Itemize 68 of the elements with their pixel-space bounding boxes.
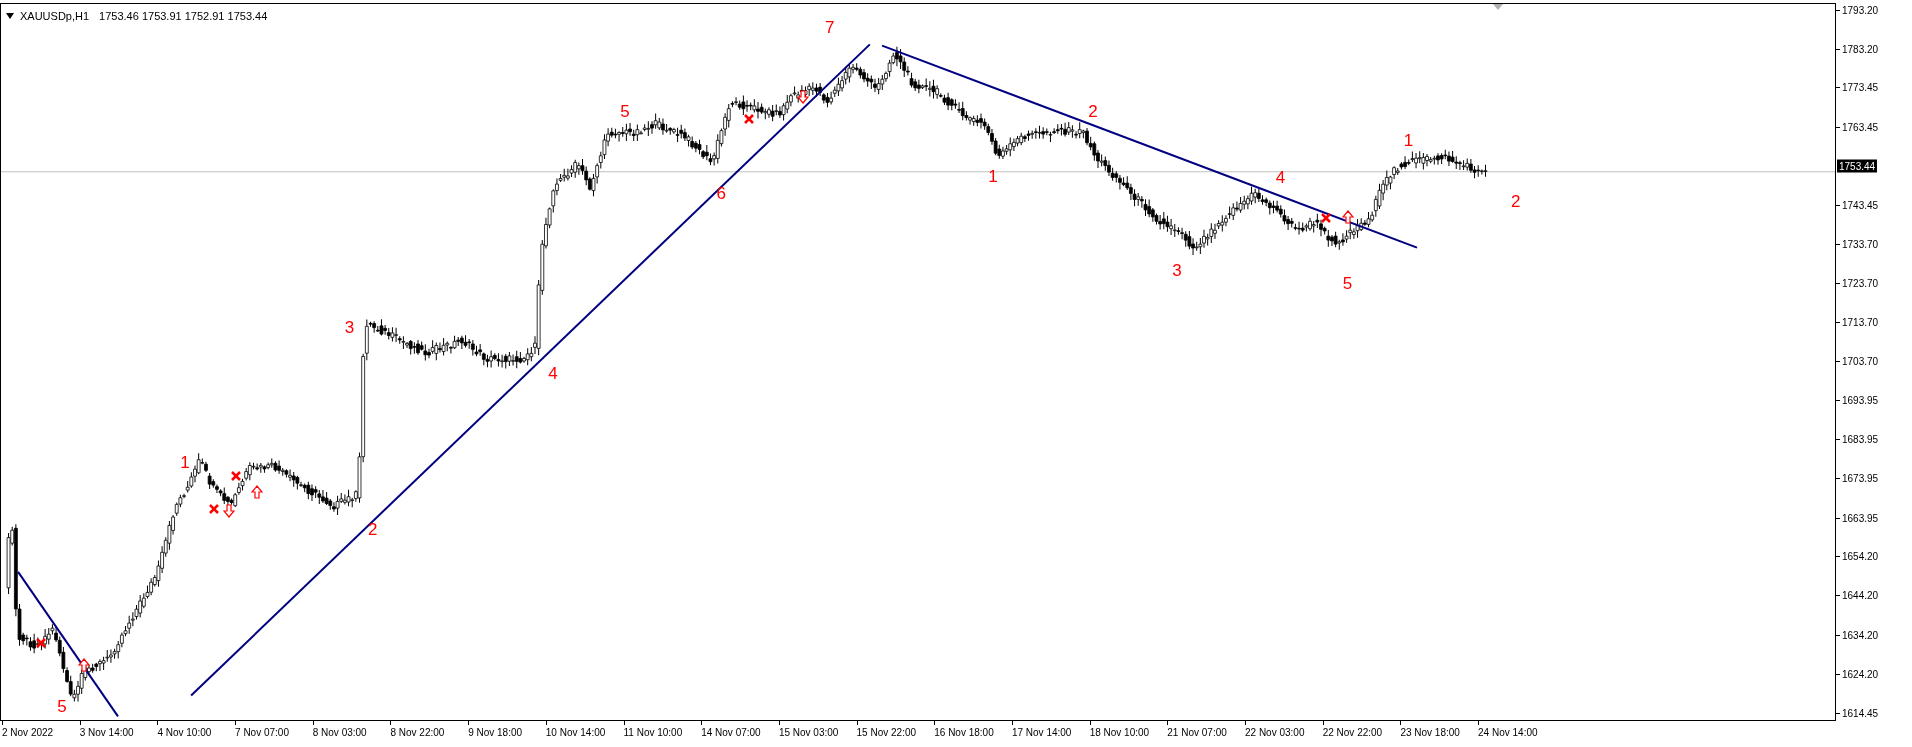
scroll-marker-icon[interactable] — [1493, 4, 1503, 10]
price-label: 1614.45 — [1842, 706, 1879, 721]
time-label: 4 Nov 10:00 — [157, 726, 213, 740]
price-label: 1743.45 — [1842, 199, 1879, 214]
wave-label: 4 — [1275, 167, 1286, 190]
up-arrow-icon — [77, 657, 90, 672]
down-arrow-icon — [796, 90, 809, 104]
price-label: 1733.70 — [1842, 237, 1879, 252]
wave-label: 6 — [716, 182, 726, 205]
price-label: 1683.95 — [1842, 433, 1879, 448]
time-label: 15 Nov 22:00 — [856, 726, 918, 740]
caret-icon[interactable] — [6, 13, 14, 20]
time-label: 14 Nov 07:00 — [701, 726, 762, 740]
current-price-badge: 1753.44 — [1837, 159, 1878, 173]
wave-label: 5 — [57, 695, 67, 718]
cross-icon — [1320, 213, 1331, 224]
time-label: 22 Nov 03:00 — [1245, 726, 1306, 740]
time-label: 21 Nov 07:00 — [1167, 726, 1228, 740]
wave-label: 1 — [180, 452, 190, 475]
price-label: 1654.20 — [1842, 550, 1879, 565]
up-arrow-icon — [1341, 209, 1354, 224]
wave-label: 7 — [824, 17, 835, 40]
price-label: 1634.20 — [1842, 628, 1879, 643]
cross-icon — [209, 504, 220, 515]
price-label: 1793.20 — [1842, 3, 1879, 18]
time-label: 3 Nov 14:00 — [79, 726, 135, 740]
wave-label: 5 — [620, 100, 630, 123]
time-label: 18 Nov 10:00 — [1089, 726, 1151, 740]
wave-label: 2 — [1511, 191, 1521, 214]
price-label: 1783.20 — [1842, 42, 1879, 57]
time-label: 8 Nov 22:00 — [390, 726, 446, 740]
symbol-label: XAUUSDp,H1 — [20, 9, 90, 24]
down-arrow-icon — [222, 503, 235, 518]
wave-label: 1 — [988, 165, 998, 188]
up-arrow-icon — [250, 485, 263, 500]
wave-label: 2 — [367, 519, 378, 542]
time-label: 22 Nov 22:00 — [1322, 726, 1384, 740]
wave-label: 4 — [548, 362, 558, 385]
wave-label: 1 — [1403, 130, 1414, 153]
time-label: 2 Nov 2022 — [2, 726, 55, 740]
price-label: 1663.95 — [1842, 511, 1879, 526]
price-label: 1723.70 — [1842, 276, 1879, 291]
time-label: 10 Nov 14:00 — [545, 726, 607, 740]
time-label: 11 Nov 10:00 — [623, 726, 684, 740]
time-label: 17 Nov 14:00 — [1011, 726, 1073, 740]
wave-label: 2 — [1088, 100, 1098, 123]
time-label: 23 Nov 18:00 — [1400, 726, 1461, 740]
cross-icon — [36, 637, 47, 648]
ohlc-values: 1753.46 1753.91 1752.91 1753.44 — [99, 9, 268, 24]
price-label: 1673.95 — [1842, 472, 1879, 487]
price-label: 1624.20 — [1842, 668, 1879, 683]
cross-icon — [231, 471, 242, 482]
time-label: 15 Nov 03:00 — [778, 726, 840, 740]
wave-label: 3 — [344, 317, 355, 340]
time-label: 16 Nov 18:00 — [934, 726, 995, 740]
price-label: 1703.70 — [1842, 355, 1879, 370]
time-label: 9 Nov 18:00 — [468, 726, 524, 740]
cross-icon — [744, 114, 755, 125]
time-label: 7 Nov 07:00 — [235, 726, 290, 740]
price-label: 1693.95 — [1842, 393, 1879, 408]
price-label: 1763.45 — [1842, 120, 1879, 135]
price-label: 1773.45 — [1842, 81, 1879, 96]
price-label: 1644.20 — [1842, 589, 1879, 604]
wave-label: 5 — [1342, 273, 1353, 296]
wave-label: 3 — [1172, 260, 1182, 283]
price-label: 1713.70 — [1842, 316, 1879, 331]
time-label: 24 Nov 14:00 — [1478, 726, 1539, 740]
time-label: 8 Nov 03:00 — [312, 726, 368, 740]
